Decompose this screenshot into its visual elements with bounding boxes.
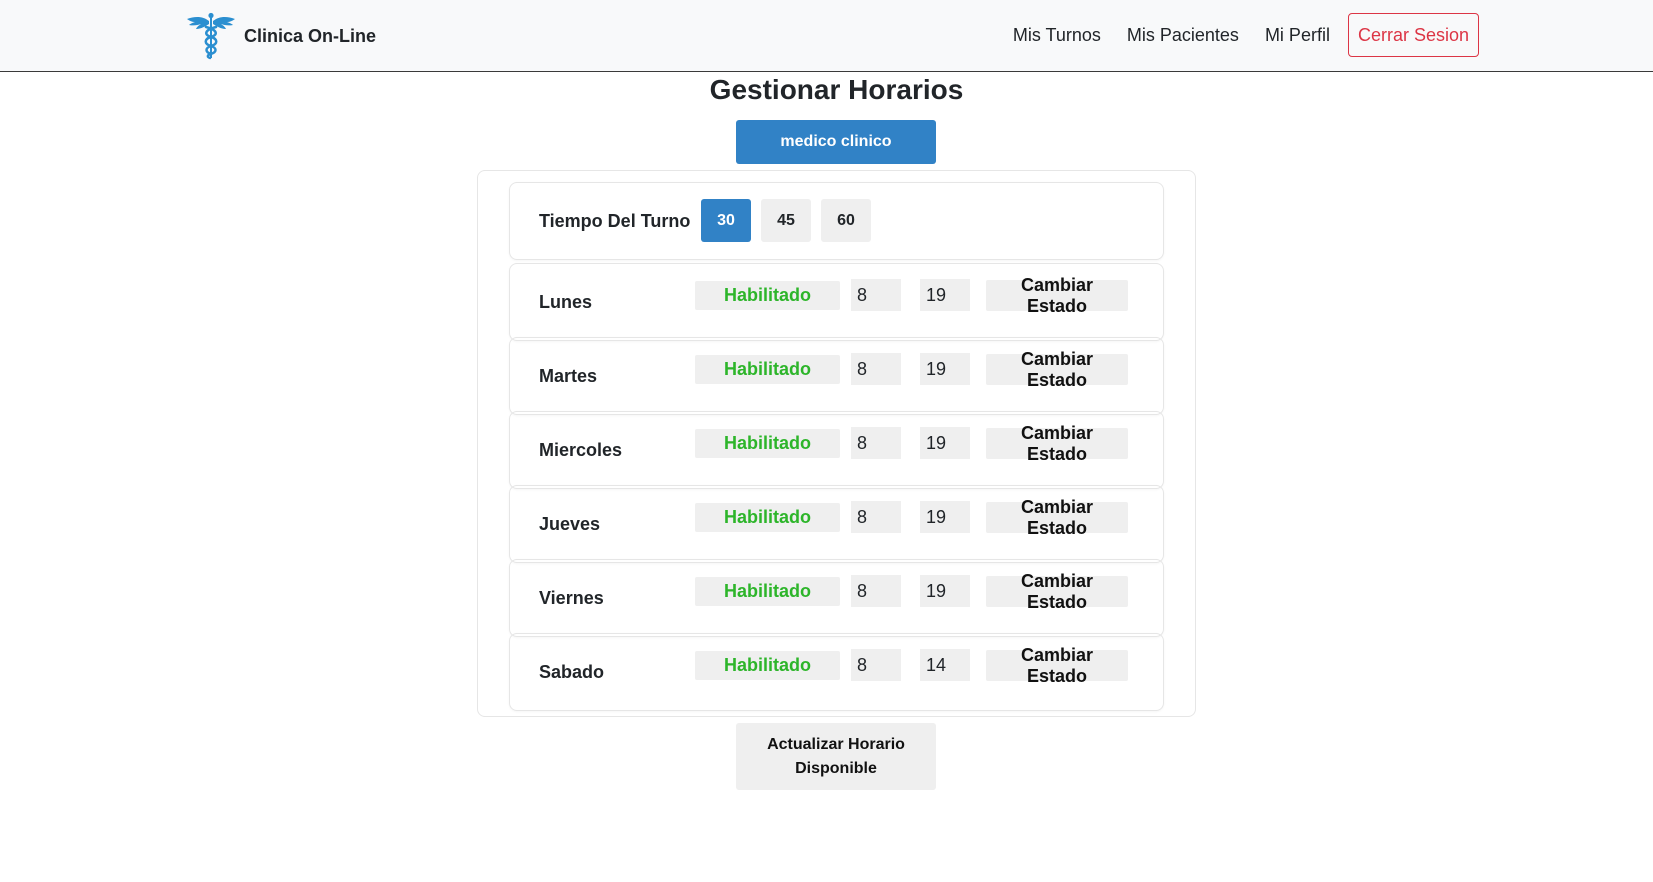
day-row-martes: Martes Habilitado Cambiar Estado: [509, 337, 1164, 415]
end-hour-input[interactable]: [920, 501, 970, 533]
end-hour-input[interactable]: [920, 427, 970, 459]
status-badge: Habilitado: [695, 651, 840, 680]
duration-option-30[interactable]: 30: [701, 199, 751, 242]
specialty-button[interactable]: medico clinico: [736, 120, 936, 164]
day-label: Viernes: [539, 587, 604, 608]
start-hour-input[interactable]: [851, 575, 901, 607]
day-label: Lunes: [539, 291, 593, 312]
brand-name: Clinica On-Line: [244, 25, 377, 46]
logout-button[interactable]: Cerrar Sesion: [1347, 13, 1479, 57]
page-title: Gestionar Horarios: [709, 74, 964, 105]
day-label: Jueves: [539, 513, 601, 534]
day-row-lunes: Lunes Habilitado Cambiar Estado: [509, 263, 1164, 341]
toggle-status-button[interactable]: Cambiar Estado: [986, 423, 1128, 464]
day-label: Sabado: [539, 661, 605, 682]
duration-label: Tiempo Del Turno: [539, 210, 691, 231]
start-hour-input[interactable]: [851, 649, 901, 681]
day-label: Martes: [539, 365, 598, 386]
start-hour-input[interactable]: [851, 501, 901, 533]
navbar: Clinica On-Line Mis Turnos Mis Pacientes…: [0, 0, 1653, 72]
day-row-jueves: Jueves Habilitado Cambiar Estado: [509, 485, 1164, 563]
end-hour-input[interactable]: [920, 575, 970, 607]
day-row-sabado: Sabado Habilitado Cambiar Estado: [509, 633, 1164, 711]
start-hour-input[interactable]: [851, 353, 901, 385]
day-label: Miercoles: [539, 439, 623, 460]
brand[interactable]: Clinica On-Line: [186, 12, 376, 60]
toggle-status-button[interactable]: Cambiar Estado: [986, 497, 1128, 538]
status-badge: Habilitado: [695, 503, 840, 532]
toggle-status-button[interactable]: Cambiar Estado: [986, 349, 1128, 390]
end-hour-input[interactable]: [920, 353, 970, 385]
toggle-status-button[interactable]: Cambiar Estado: [986, 571, 1128, 612]
duration-option-60[interactable]: 60: [821, 199, 871, 242]
toggle-status-button[interactable]: Cambiar Estado: [986, 645, 1128, 686]
end-hour-input[interactable]: [920, 649, 970, 681]
status-badge: Habilitado: [695, 355, 840, 384]
status-badge: Habilitado: [695, 281, 840, 310]
start-hour-input[interactable]: [851, 427, 901, 459]
nav-link-mi-perfil[interactable]: Mi Perfil: [1252, 25, 1343, 46]
status-badge: Habilitado: [695, 429, 840, 458]
end-hour-input[interactable]: [920, 279, 970, 311]
status-badge: Habilitado: [695, 577, 840, 606]
nav-links: Mis Turnos Mis Pacientes Mi Perfil Cerra…: [1000, 12, 1479, 58]
caduceus-icon: [187, 12, 235, 60]
update-schedule-button[interactable]: Actualizar Horario Disponible: [736, 723, 936, 790]
nav-link-mis-pacientes[interactable]: Mis Pacientes: [1114, 25, 1252, 46]
toggle-status-button[interactable]: Cambiar Estado: [986, 275, 1128, 316]
duration-option-45[interactable]: 45: [761, 199, 811, 242]
duration-row: Tiempo Del Turno 30 45 60: [509, 182, 1164, 260]
nav-link-mis-turnos[interactable]: Mis Turnos: [1000, 25, 1114, 46]
schedule-card: Tiempo Del Turno 30 45 60 Lunes Habilita…: [477, 170, 1196, 717]
day-row-miercoles: Miercoles Habilitado Cambiar Estado: [509, 411, 1164, 489]
start-hour-input[interactable]: [851, 279, 901, 311]
day-row-viernes: Viernes Habilitado Cambiar Estado: [509, 559, 1164, 637]
